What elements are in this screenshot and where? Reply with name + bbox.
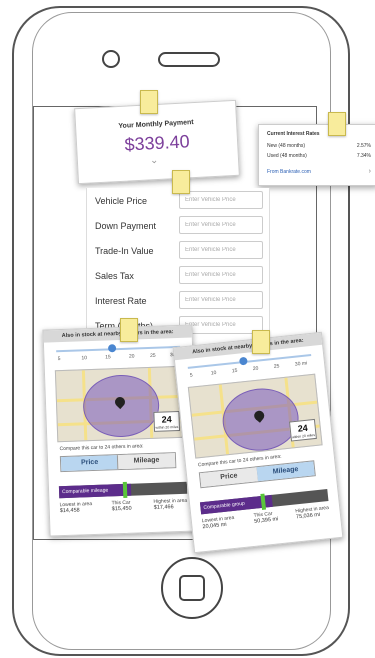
chevron-right-icon[interactable]: › — [369, 168, 371, 175]
form-row-sales-tax: Sales Tax — [95, 266, 263, 286]
stat-highest: Highest in area 75,036 mi — [295, 505, 330, 520]
stat-value: 50,395 mi — [253, 516, 279, 525]
rate-value: 2.57% — [356, 143, 371, 149]
stat-this-car: This Car 50,395 mi — [253, 510, 279, 525]
tick-label: 10 — [210, 369, 217, 377]
slider-knob[interactable] — [107, 344, 117, 353]
form-row-trade-in: Trade-In Value — [95, 241, 263, 261]
rate-row-new: New (48 months) 2.57% — [267, 143, 371, 149]
tick-label: 15 — [105, 354, 111, 361]
stat-lowest: Lowest in area 20,045 mi — [202, 515, 236, 530]
field-label: Sales Tax — [95, 271, 134, 281]
chevron-down-icon[interactable]: ⌄ — [150, 155, 159, 166]
tab-price[interactable]: Price — [199, 467, 260, 488]
nearby-count-badge: 24 within 20 miles — [153, 410, 181, 432]
form-row-down-payment: Down Payment — [95, 216, 263, 236]
rate-label: Used (48 months) — [267, 153, 307, 159]
nearby-count-label: within 20 miles — [155, 424, 179, 430]
tick-label: 25 — [273, 363, 280, 370]
loan-form: Vehicle Price Down Payment Trade-In Valu… — [86, 188, 270, 338]
camera-icon — [102, 50, 120, 68]
sticky-note-marker — [172, 170, 190, 194]
field-label: Trade-In Value — [95, 246, 154, 256]
dealer-map[interactable]: 24 within 20 miles — [187, 373, 323, 459]
bankrate-link[interactable]: From Bankrate.com — [267, 169, 311, 175]
down-payment-input[interactable] — [179, 216, 263, 234]
home-button[interactable] — [161, 557, 223, 619]
payment-amount: $339.40 — [124, 131, 191, 155]
tick-label: 20 — [252, 365, 259, 373]
trade-in-input[interactable] — [179, 241, 263, 259]
rate-value: 7.34% — [356, 153, 371, 159]
tick-label: 10 — [81, 355, 88, 362]
stat-value: $15,450 — [111, 505, 132, 513]
sticky-note-marker — [252, 330, 270, 354]
compare-text: Compare this car to 24 others in area: — [59, 443, 144, 453]
slider-knob[interactable] — [238, 356, 248, 366]
form-row-interest-rate: Interest Rate — [95, 291, 263, 311]
slider-ticks: 5 10 15 20 25 30 — [52, 352, 184, 365]
sticky-note-marker — [140, 90, 158, 114]
stat-value: $14,458 — [59, 507, 80, 515]
sticky-note-marker — [120, 318, 138, 342]
radius-slider[interactable] — [56, 344, 181, 353]
rate-row-used: Used (48 months) 7.34% — [267, 153, 371, 159]
sticky-note-marker — [328, 112, 346, 136]
home-square-icon — [179, 575, 205, 601]
tick-label: 20 — [128, 353, 135, 360]
this-car-marker — [122, 481, 128, 498]
tick-label: 15 — [231, 367, 238, 375]
compare-toggle: Price Mileage — [59, 452, 177, 473]
availability-header: Also in stock at nearby dealers in the a… — [43, 325, 192, 343]
interest-rates-card: Current Interest Rates New (48 months) 2… — [258, 124, 375, 186]
field-label: Interest Rate — [95, 296, 147, 306]
stat-this-car: This Car $15,450 — [111, 500, 131, 513]
tick-label: 5 — [57, 356, 61, 363]
comparison-bar: Comparable mileage — [58, 481, 188, 499]
comparison-range: Comparable mileage — [58, 483, 131, 499]
rate-label: New (48 months) — [267, 143, 306, 149]
interest-rate-input[interactable] — [179, 291, 263, 309]
tab-price[interactable]: Price — [60, 455, 119, 472]
tab-mileage[interactable]: Mileage — [116, 453, 176, 470]
tab-mileage[interactable]: Mileage — [256, 461, 315, 482]
stat-lowest: Lowest in area $14,458 — [59, 501, 92, 514]
tick-label: 30 mi — [294, 360, 308, 368]
form-row-vehicle-price: Vehicle Price — [95, 191, 263, 211]
speaker-icon — [158, 52, 220, 67]
tick-label: 5 — [189, 372, 193, 379]
rates-title: Current Interest Rates — [267, 131, 320, 137]
nearby-count: 24 — [161, 414, 172, 425]
stat-value: $17,466 — [153, 504, 174, 511]
vehicle-price-input[interactable] — [179, 191, 263, 209]
field-label: Down Payment — [95, 221, 157, 231]
sales-tax-input[interactable] — [179, 266, 263, 284]
availability-card-mileage: Also in stock at nearby dealers in the a… — [172, 331, 344, 554]
comparison-stats: Lowest in area $14,458 This Car $15,450 … — [59, 498, 187, 514]
dealer-map[interactable]: 24 within 20 miles — [54, 365, 186, 443]
nearby-count-badge: 24 within 20 miles — [288, 418, 317, 442]
field-label: Vehicle Price — [95, 196, 148, 206]
tick-label: 25 — [149, 352, 156, 359]
stat-highest: Highest in area $17,466 — [153, 498, 187, 511]
